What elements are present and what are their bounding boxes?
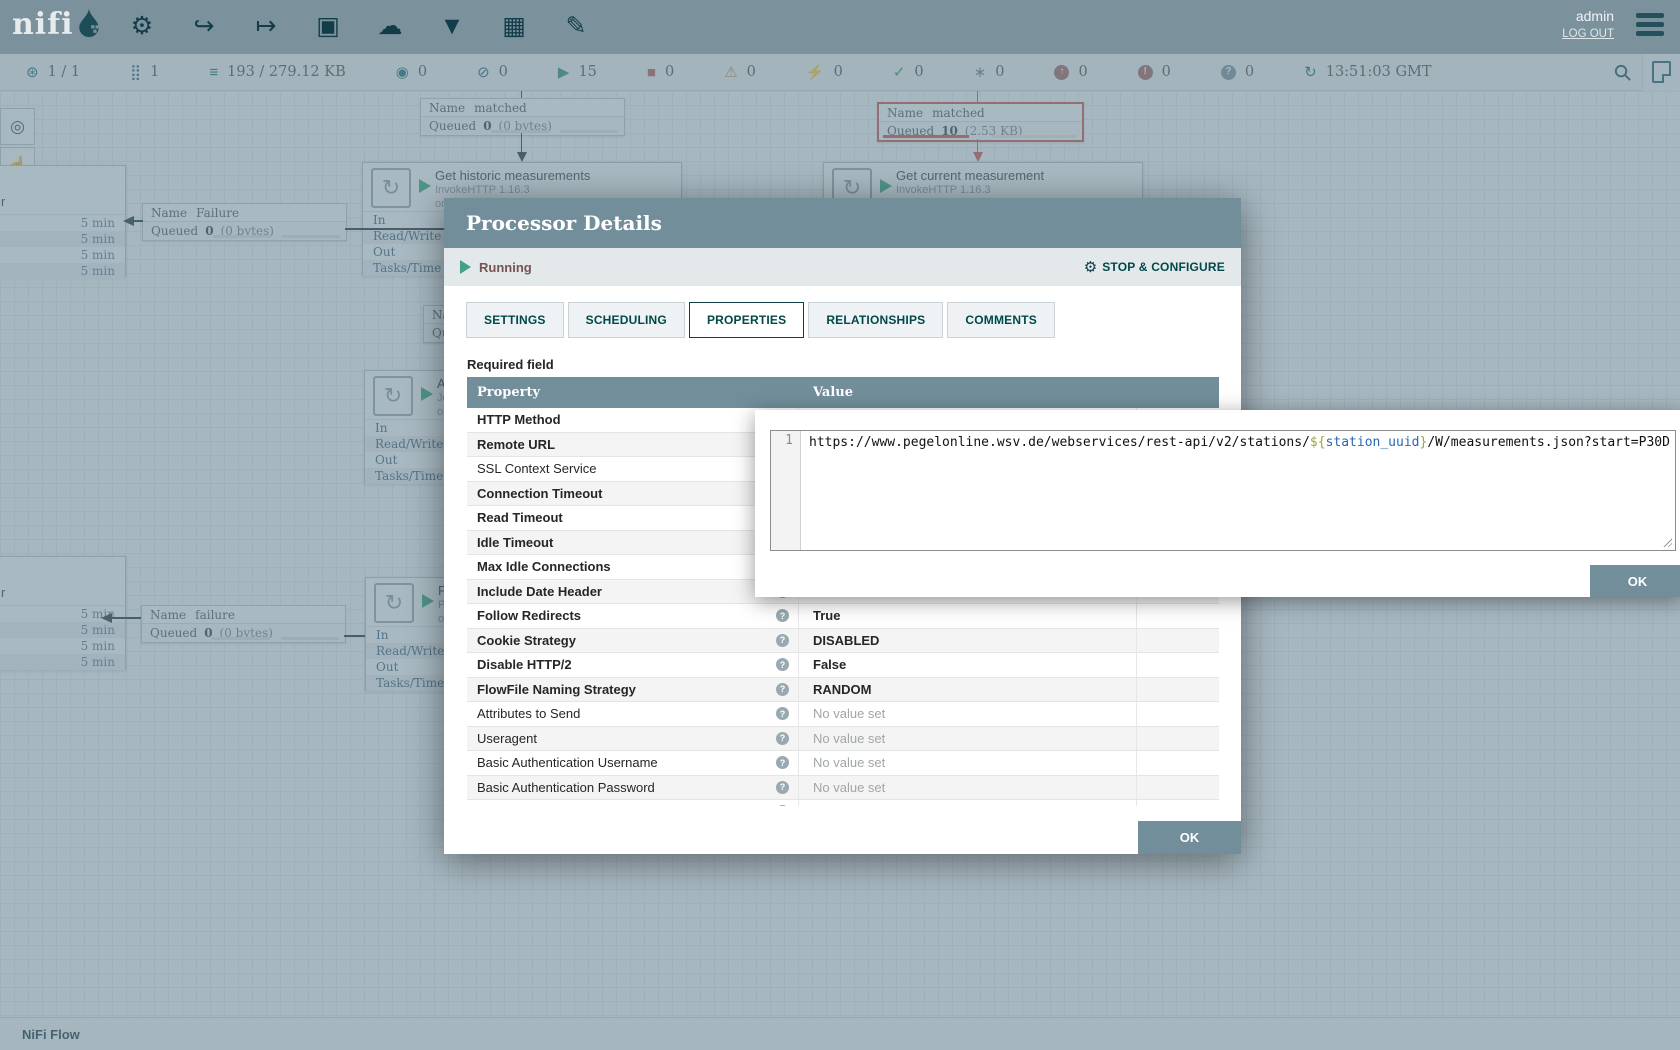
nifi-logo-text: nifi bbox=[12, 7, 74, 42]
dialog-tab[interactable]: PROPERTIES bbox=[689, 302, 804, 338]
nifi-logo: nifi bbox=[12, 6, 102, 43]
value-editor-textarea[interactable]: 1 https://www.pegelonline.wsv.de/webserv… bbox=[770, 430, 1676, 551]
help-icon[interactable]: ? bbox=[776, 732, 789, 745]
help-icon[interactable]: ? bbox=[776, 781, 789, 794]
remote-process-group-icon[interactable]: ☁ bbox=[372, 8, 408, 44]
property-value-cell[interactable]: DISABLED bbox=[799, 629, 1137, 653]
input-port-icon[interactable]: ↪ bbox=[186, 8, 222, 44]
help-icon[interactable]: ? bbox=[776, 805, 789, 806]
funnel-icon[interactable]: ▼ bbox=[434, 8, 470, 44]
label-icon[interactable]: ✎ bbox=[558, 8, 594, 44]
app-header: nifi ⚙ ↪ ↦ ▣ ☁ ▼ ▦ ✎ admin LOG OUT bbox=[0, 0, 1680, 54]
global-menu-icon[interactable] bbox=[1636, 13, 1664, 40]
property-value-cell[interactable]: No value set bbox=[799, 727, 1137, 751]
editor-ok-button[interactable]: OK bbox=[1590, 565, 1680, 597]
gear-icon: ⚙ bbox=[1084, 258, 1097, 276]
stop-and-configure-button[interactable]: ⚙ STOP & CONFIGURE bbox=[1084, 258, 1225, 276]
help-icon[interactable]: ? bbox=[776, 634, 789, 647]
property-row: ? bbox=[467, 800, 1219, 806]
property-value-cell[interactable]: No value set bbox=[799, 751, 1137, 775]
dialog-header: Processor Details bbox=[444, 198, 1241, 248]
processor-icon[interactable]: ⚙ bbox=[124, 8, 160, 44]
value-column-header: Value bbox=[799, 385, 1137, 400]
template-icon[interactable]: ▦ bbox=[496, 8, 532, 44]
property-value-editor: 1 https://www.pegelonline.wsv.de/webserv… bbox=[755, 410, 1680, 597]
property-value-cell[interactable]: True bbox=[799, 604, 1137, 628]
property-row: FlowFile Naming Strategy ? RANDOM bbox=[467, 678, 1219, 703]
property-row: Basic Authentication Username ? No value… bbox=[467, 751, 1219, 776]
dialog-title: Processor Details bbox=[466, 211, 662, 235]
property-value-cell[interactable]: RANDOM bbox=[799, 678, 1137, 702]
run-status-label: Running bbox=[479, 260, 532, 275]
property-column-header: Property bbox=[467, 385, 799, 400]
property-value-cell[interactable]: No value set bbox=[799, 702, 1137, 726]
help-icon[interactable]: ? bbox=[776, 756, 789, 769]
property-row: Cookie Strategy ? DISABLED bbox=[467, 629, 1219, 654]
current-user: admin bbox=[1562, 8, 1614, 24]
property-row: Useragent ? No value set bbox=[467, 727, 1219, 752]
property-value-cell[interactable] bbox=[799, 800, 1137, 806]
property-value-cell[interactable]: No value set bbox=[799, 776, 1137, 800]
editor-code-line: https://www.pegelonline.wsv.de/webservic… bbox=[801, 431, 1675, 550]
properties-table-header: Property Value bbox=[467, 377, 1219, 408]
property-row: Basic Authentication Password ? No value… bbox=[467, 776, 1219, 801]
expression-variable: station_uuid bbox=[1326, 435, 1420, 450]
required-field-label: Required field bbox=[467, 357, 1241, 372]
help-icon[interactable]: ? bbox=[776, 707, 789, 720]
nifi-logo-drop-icon bbox=[76, 6, 102, 43]
dialog-status-row: Running ⚙ STOP & CONFIGURE bbox=[444, 248, 1241, 286]
property-row: Follow Redirects ? True bbox=[467, 604, 1219, 629]
process-group-icon[interactable]: ▣ bbox=[310, 8, 346, 44]
logout-link[interactable]: LOG OUT bbox=[1562, 28, 1614, 40]
help-icon[interactable]: ? bbox=[776, 683, 789, 696]
line-number-gutter: 1 bbox=[771, 431, 801, 550]
dialog-tab[interactable]: COMMENTS bbox=[947, 302, 1055, 338]
output-port-icon[interactable]: ↦ bbox=[248, 8, 284, 44]
help-icon[interactable]: ? bbox=[776, 609, 789, 622]
dialog-ok-button[interactable]: OK bbox=[1138, 821, 1241, 854]
property-row: Attributes to Send ? No value set bbox=[467, 702, 1219, 727]
property-value-cell[interactable]: False bbox=[799, 653, 1137, 677]
dialog-tab[interactable]: SCHEDULING bbox=[568, 302, 685, 338]
help-icon[interactable]: ? bbox=[776, 658, 789, 671]
running-triangle-icon bbox=[460, 260, 471, 274]
nifi-app: nifi ⚙↪↦▣☁▼▦✎ admin LOG OUT ⊛ 1 / 1 ⣿ 1 … bbox=[0, 0, 1680, 1050]
property-row: Disable HTTP/2 ? False bbox=[467, 653, 1219, 678]
dialog-tab[interactable]: SETTINGS bbox=[466, 302, 564, 338]
dialog-tab[interactable]: RELATIONSHIPS bbox=[808, 302, 943, 338]
